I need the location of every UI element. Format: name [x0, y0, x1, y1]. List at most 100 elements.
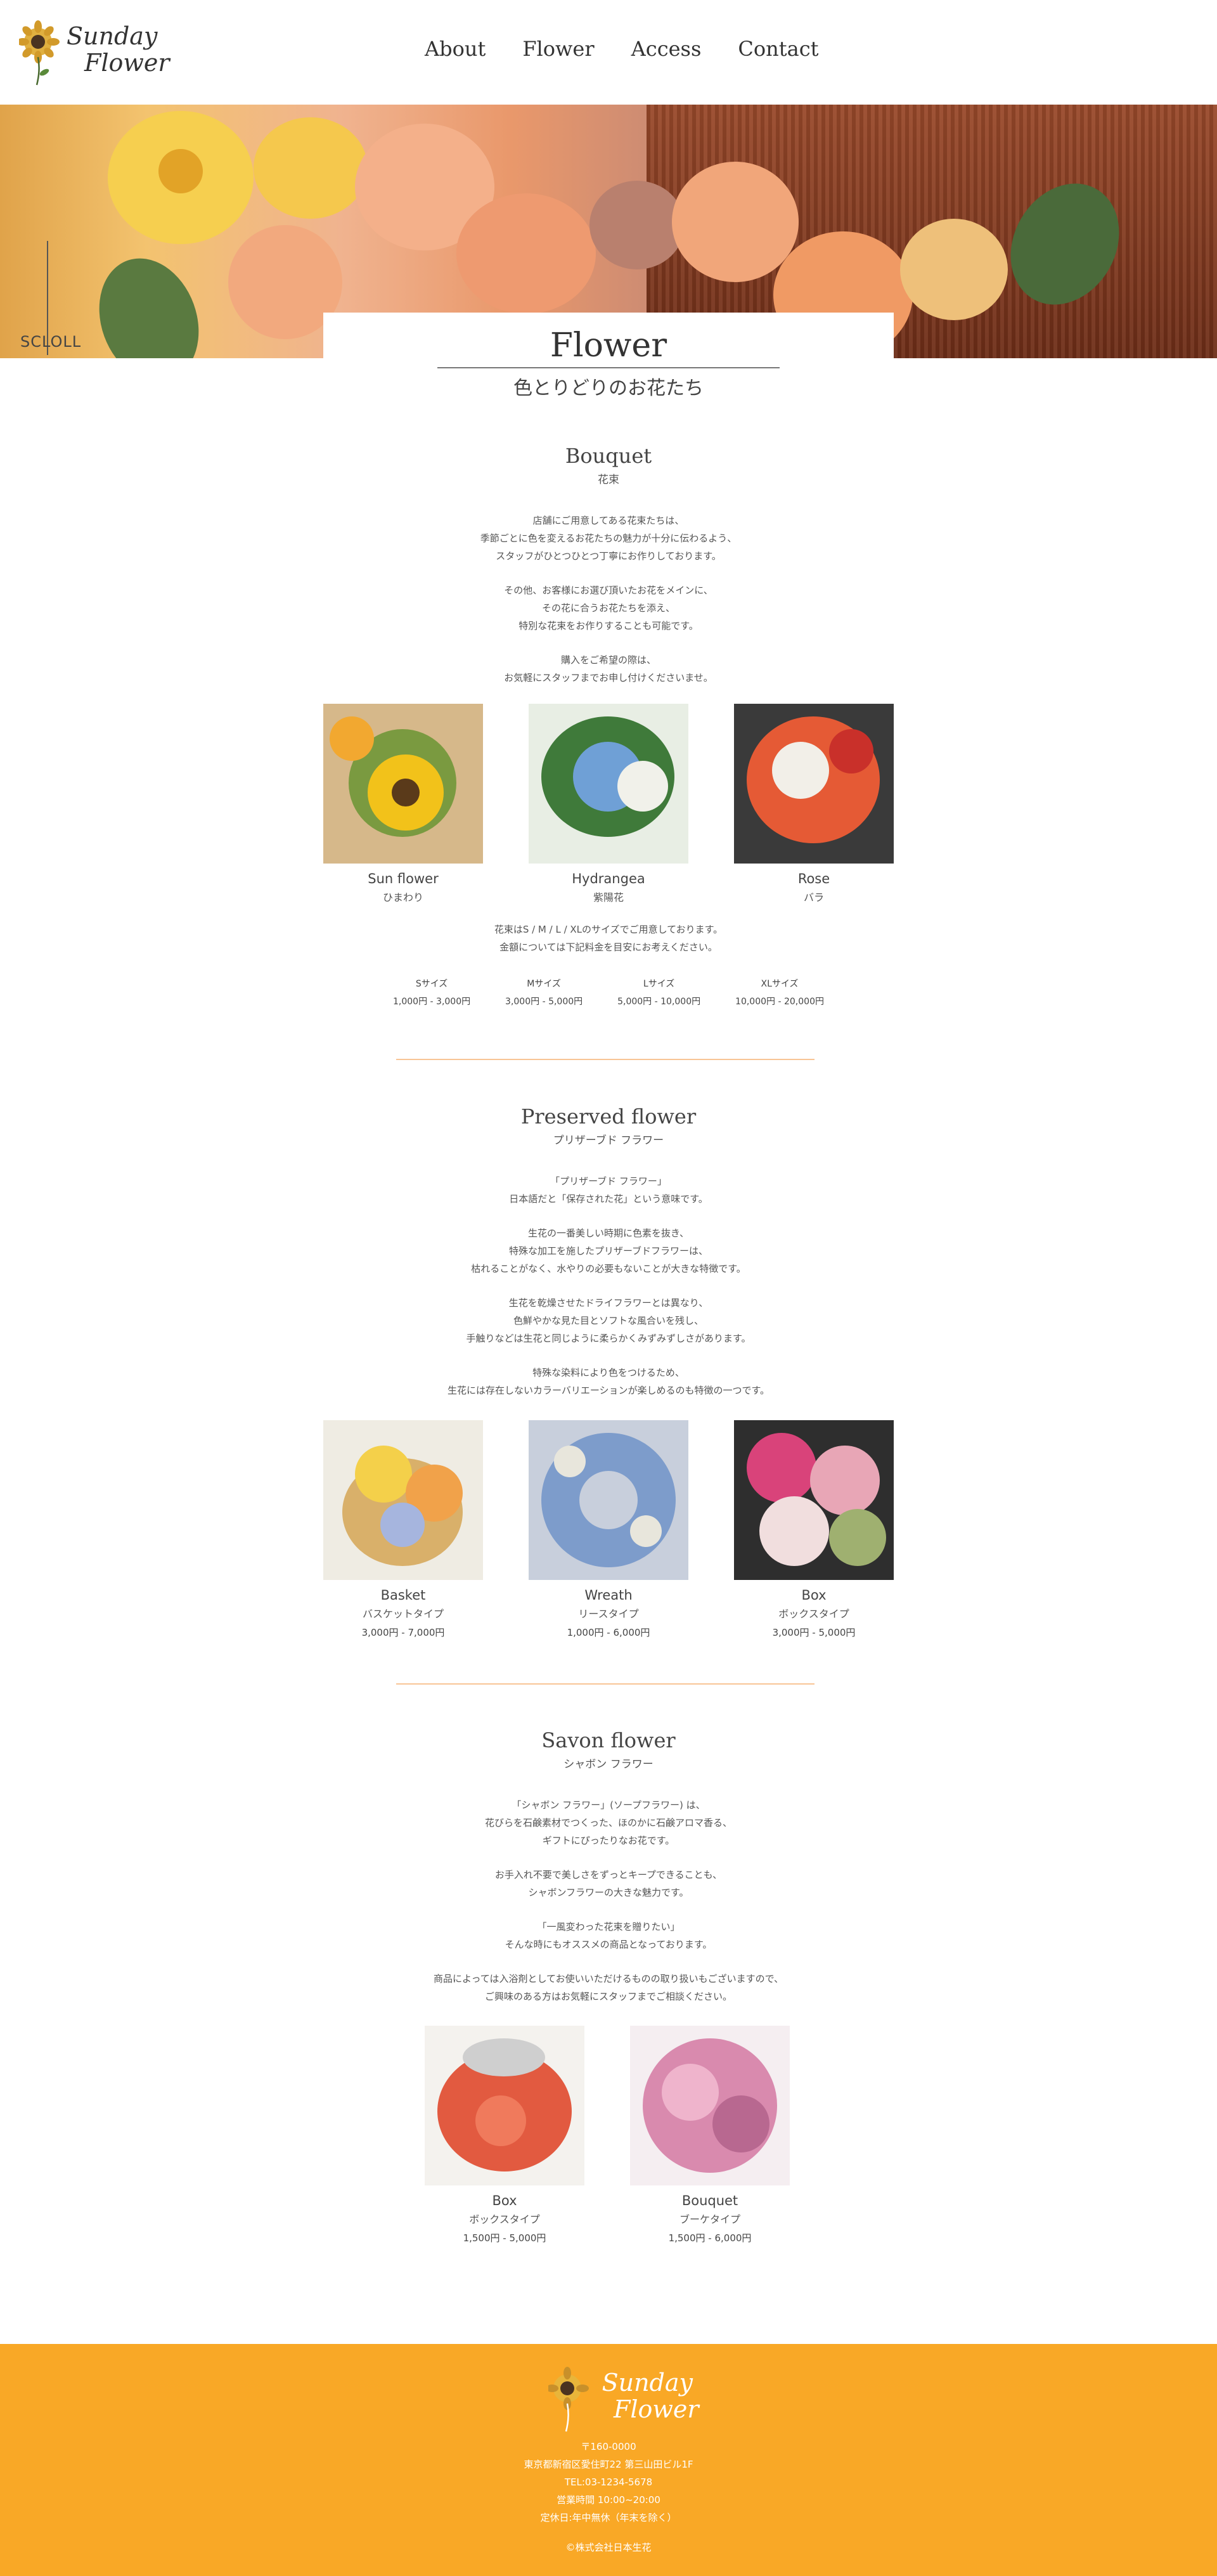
section-paragraph: 商品によっては入浴剤としてお使いいただけるものの取り扱いもございますので、 ご興… — [0, 1970, 1217, 2005]
text-line: 手触りなどは生花と同じように柔らかくみずみずしさがあります。 — [466, 1333, 751, 1344]
logo-word-bottom: Flower — [614, 2395, 699, 2423]
size-price-list: Sサイズ 1,000円 - 3,000円 Mサイズ 3,000円 - 5,000… — [393, 975, 824, 1011]
text-line: 生花を乾燥させたドライフラワーとは異なり、 — [508, 1297, 709, 1309]
text-line: 生花の一番美しい時期に色素を抜き、 — [528, 1227, 689, 1239]
text-line: 特別な花束をお作りすることも可能です。 — [518, 620, 699, 631]
text-line: 季節ごとに色を変えるお花たちの魅力が十分に伝わるよう、 — [480, 533, 737, 544]
nav-flower[interactable]: Flower — [522, 37, 594, 61]
astrantia-flower — [589, 181, 685, 269]
section-paragraph: 特殊な染料により色をつけるため、 生花には存在しないカラーバリエーションが楽しめ… — [0, 1364, 1217, 1399]
site-footer: Sunday Flower 〒160-0000 東京都新宿区愛住町22 第三山田… — [0, 2344, 1217, 2576]
rose-bouquet-image — [734, 704, 894, 864]
product-card[interactable]: Wreath リースタイプ 1,000円 - 6,000円 — [529, 1420, 688, 1639]
size-item: Sサイズ 1,000円 - 3,000円 — [393, 975, 470, 1011]
size-label: XLサイズ — [761, 979, 799, 989]
product-jp-name: ひまわり — [382, 891, 423, 903]
phone[interactable]: TEL:03-1234-5678 — [0, 2473, 1217, 2491]
orange-rose — [456, 193, 596, 314]
product-card[interactable]: Basket バスケットタイプ 3,000円 - 7,000円 — [323, 1420, 483, 1639]
text-line: お手入れ不要で美しさをずっとキープできることも、 — [494, 1869, 723, 1880]
product-name: Hydrangea — [572, 871, 645, 886]
product-price: 1,000円 - 6,000円 — [567, 1627, 650, 1638]
preserved-grid: Basket バスケットタイプ 3,000円 - 7,000円 Wreath リ… — [323, 1420, 894, 1639]
text-line: 特殊な染料により色をつけるため、 — [532, 1367, 685, 1378]
section-subtitle: 花束 — [598, 474, 619, 486]
product-price: 1,500円 - 5,000円 — [463, 2232, 546, 2244]
text-line: 店舗にご用意してある花束たちは、 — [532, 515, 685, 526]
text-line: 「シャボン フラワー」(ソープフラワー) は、 — [512, 1799, 705, 1811]
text-line: スタッフがひとつひとつ丁寧にお作りしております。 — [496, 550, 721, 562]
nav-contact[interactable]: Contact — [738, 37, 818, 61]
closed-days: 定休日:年中無休（年末を除く） — [540, 2512, 677, 2523]
section-paragraph: 購入をご希望の際は、 お気軽にスタッフまでお申し付けくださいませ。 — [0, 651, 1217, 687]
address: 東京都新宿区愛住町22 第三山田ビル1F — [524, 2459, 693, 2470]
section-subtitle: シャボン フラワー — [563, 1758, 654, 1771]
hydrangea-bouquet-image — [529, 704, 688, 864]
text-line: 花束はS / M / L / XLのサイズでご用意しております。 — [494, 924, 723, 935]
peach-rose-2 — [672, 162, 799, 282]
leaf-left — [82, 244, 216, 358]
text-line: 花びらを石鹸素材でつくった、ほのかに石鹸アロマ香る、 — [484, 1817, 732, 1828]
product-jp-name: 紫陽花 — [593, 891, 624, 903]
soap-bouquet-image — [630, 2026, 790, 2185]
section-paragraph: その他、お客様にお選び頂いたお花をメインに、 その花に合うお花たちを添え、 特別… — [0, 581, 1217, 635]
product-card[interactable]: Rose バラ — [734, 704, 894, 904]
section-title: Bouquet — [565, 444, 652, 468]
section-title: Preserved flower — [520, 1104, 697, 1129]
product-jp-name: ブーケタイプ — [679, 2213, 740, 2225]
size-price: 10,000円 - 20,000円 — [735, 997, 824, 1007]
nav-access[interactable]: Access — [631, 37, 702, 61]
footer-logo[interactable]: Sunday Flower — [548, 2363, 699, 2433]
product-price: 3,000円 - 5,000円 — [772, 1627, 856, 1638]
text-line: その他、お客様にお選び頂いたお花をメインに、 — [504, 585, 713, 596]
size-item: Lサイズ 5,000円 - 10,000円 — [617, 975, 700, 1011]
section-paragraph: 「プリザーブド フラワー」 日本語だと「保存された花」という意味です。 — [0, 1172, 1217, 1208]
product-name: Box — [492, 2193, 517, 2208]
text-line: その花に合うお花たちを添え、 — [541, 602, 675, 614]
page-title-card: Flower 色とりどりのお花たち — [323, 313, 894, 420]
sunflower-logo-icon — [548, 2367, 589, 2432]
scroll-label[interactable]: SCLOLL — [20, 333, 81, 351]
box-arrangement-image — [734, 1420, 894, 1580]
copyright: ©株式会社日本生花 — [565, 2542, 652, 2553]
product-card[interactable]: Box ボックスタイプ 3,000円 - 5,000円 — [734, 1420, 894, 1639]
product-name: Wreath — [584, 1588, 633, 1603]
product-jp-name: ボックスタイプ — [469, 2213, 540, 2225]
product-jp-name: バラ — [803, 891, 824, 903]
size-label: Lサイズ — [643, 979, 675, 989]
product-card[interactable]: Sun flower ひまわり — [323, 704, 483, 904]
business-hours: 営業時間 10:00~20:00 — [557, 2494, 660, 2506]
section-paragraph: 「シャボン フラワー」(ソープフラワー) は、 花びらを石鹸素材でつくった、ほの… — [0, 1796, 1217, 1849]
logo-wordmark: Sunday Flower — [67, 23, 170, 76]
section-subtitle: プリザーブド フラワー — [553, 1134, 664, 1147]
basket-arrangement-image — [323, 1420, 483, 1580]
text-line: 「プリザーブド フラワー」 — [550, 1175, 667, 1187]
product-card[interactable]: Hydrangea 紫陽花 — [529, 704, 688, 904]
footer-logo-wordmark: Sunday Flower — [596, 2369, 699, 2423]
sunflower-bouquet-image — [323, 704, 483, 864]
product-name: Sun flower — [368, 871, 439, 886]
product-price: 3,000円 - 7,000円 — [361, 1627, 445, 1638]
size-price: 1,000円 - 3,000円 — [393, 997, 471, 1007]
product-name: Basket — [380, 1588, 426, 1603]
sunflower-logo-icon — [19, 20, 60, 86]
section-paragraph: 花束はS / M / L / XLのサイズでご用意しております。 金額については… — [0, 921, 1217, 956]
text-line: 金額については下記料金を目安にお考えください。 — [499, 942, 718, 953]
nav-about[interactable]: About — [425, 37, 486, 61]
savon-grid: Box ボックスタイプ 1,500円 - 5,000円 Bouquet ブーケタ… — [425, 2026, 790, 2244]
text-line: 枯れることがなく、水やりの必要もないことが大きな特徴です。 — [471, 1263, 746, 1274]
product-card[interactable]: Bouquet ブーケタイプ 1,500円 - 6,000円 — [630, 2026, 790, 2244]
text-line: 生花には存在しないカラーバリエーションが楽しめるのも特徴の一つです。 — [447, 1385, 770, 1396]
logo-word-top: Sunday — [67, 22, 158, 50]
preserved-section: Preserved flower プリザーブド フラワー 「プリザーブド フラワ… — [0, 1104, 1217, 1399]
bouquet-section: Bouquet 花束 店舗にご用意してある花束たちは、 季節ごとに色を変えるお花… — [0, 444, 1217, 687]
size-item: XLサイズ 10,000円 - 20,000円 — [735, 975, 824, 1011]
site-logo[interactable]: Sunday Flower — [19, 16, 170, 89]
product-price: 1,500円 - 6,000円 — [668, 2232, 752, 2244]
product-jp-name: バスケットタイプ — [362, 1608, 444, 1620]
text-line: 特殊な加工を施したプリザーブドフラワーは、 — [508, 1245, 709, 1257]
product-card[interactable]: Box ボックスタイプ 1,500円 - 5,000円 — [425, 2026, 584, 2244]
text-line: ご興味のある方はお気軽にスタッフまでご相談ください。 — [484, 1991, 732, 2002]
text-line: ギフトにぴったりなお花です。 — [542, 1835, 675, 1846]
size-item: Mサイズ 3,000円 - 5,000円 — [505, 975, 583, 1011]
